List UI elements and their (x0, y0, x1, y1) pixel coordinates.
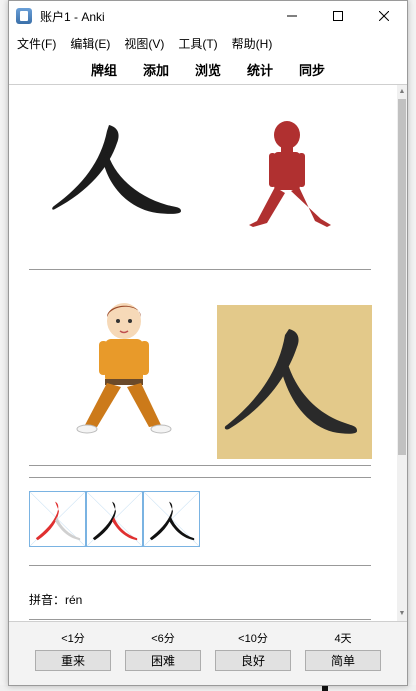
cartoon-boy-image (76, 303, 172, 434)
again-button[interactable]: 重来 (35, 650, 111, 671)
menu-help[interactable]: 帮助(H) (226, 35, 279, 52)
easy-button[interactable]: 简单 (305, 650, 381, 671)
answer-bar: <1分 <6分 <10分 4天 重来 困难 良好 简单 (9, 621, 407, 685)
close-button[interactable] (361, 1, 407, 31)
close-icon (379, 11, 389, 21)
divider-4 (29, 565, 371, 566)
interval-easy: 4天 (334, 633, 352, 645)
red-person-silhouette-image (249, 121, 331, 227)
scroll-up-arrow-icon[interactable]: ▲ (398, 87, 406, 97)
good-button[interactable]: 良好 (215, 650, 291, 671)
maximize-button[interactable] (315, 1, 361, 31)
stroke-order-step-3 (143, 491, 200, 547)
character-glyph-image (52, 125, 181, 214)
main-toolbar: 牌组 添加 浏览 统计 同步 (9, 55, 407, 85)
stroke-order-step-1 (29, 491, 86, 547)
maximize-icon (333, 11, 343, 21)
interval-hard: <6分 (151, 633, 175, 645)
anki-review-window: 账户1 - Anki 文件(F) 编辑(E) 视图(V) 工具(T) 帮助(H)… (8, 0, 408, 686)
menu-view[interactable]: 视图(V) (118, 35, 170, 52)
toolbar-browse[interactable]: 浏览 (182, 60, 234, 79)
title-bar[interactable]: 账户1 - Anki (9, 1, 407, 31)
anki-app-icon (16, 8, 32, 24)
card-content[interactable]: 拼音：rén (9, 85, 399, 621)
minimize-button[interactable] (269, 1, 315, 31)
divider-2 (29, 465, 371, 466)
menu-bar: 文件(F) 编辑(E) 视图(V) 工具(T) 帮助(H) (9, 31, 407, 55)
pinyin-text: 拼音：rén (29, 593, 83, 607)
toolbar-stats[interactable]: 统计 (234, 60, 286, 79)
divider-5 (29, 619, 371, 620)
interval-good: <10分 (238, 633, 268, 645)
interval-again: <1分 (61, 633, 85, 645)
menu-tools[interactable]: 工具(T) (172, 35, 223, 52)
background-left (0, 0, 8, 691)
content-scrollbar[interactable]: ▲ ▼ (397, 85, 407, 621)
menu-edit[interactable]: 编辑(E) (64, 35, 116, 52)
background-right (408, 0, 416, 691)
menu-file[interactable]: 文件(F) (11, 35, 62, 52)
character-on-tan-background-image (217, 305, 372, 459)
toolbar-sync[interactable]: 同步 (286, 60, 338, 79)
divider-3 (29, 477, 371, 478)
minimize-icon (287, 15, 297, 17)
divider-1 (29, 269, 371, 270)
scroll-thumb[interactable] (398, 99, 406, 455)
window-title: 账户1 - Anki (40, 9, 105, 24)
stroke-order-step-2 (86, 491, 143, 547)
hard-button[interactable]: 困难 (125, 650, 201, 671)
toolbar-decks[interactable]: 牌组 (78, 60, 130, 79)
scroll-down-arrow-icon[interactable]: ▼ (398, 609, 406, 619)
toolbar-add[interactable]: 添加 (130, 60, 182, 79)
